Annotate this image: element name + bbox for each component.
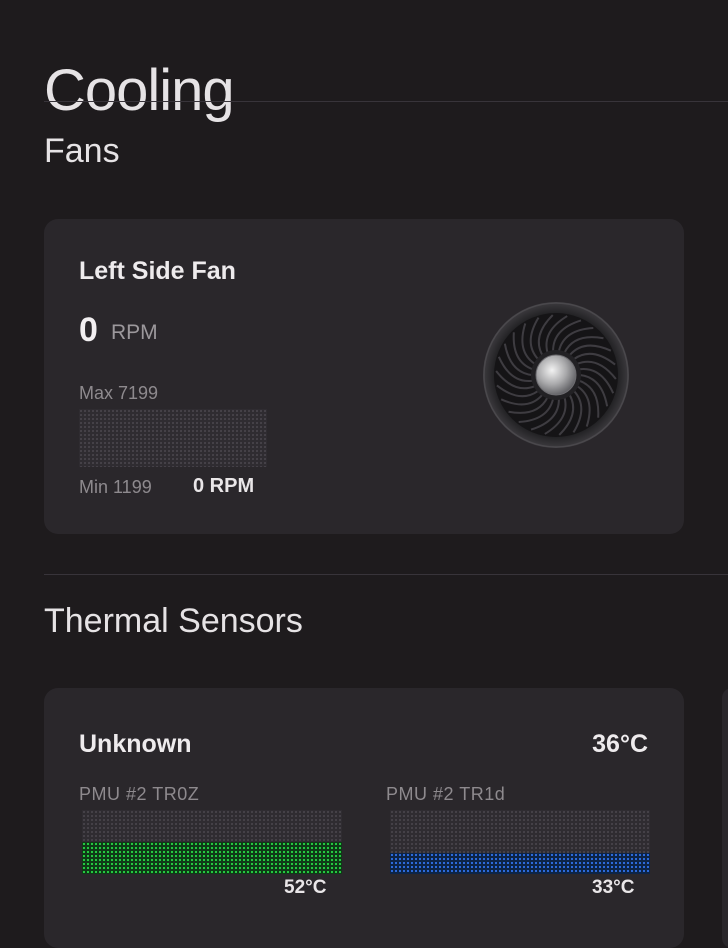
- fans-section-title: Fans: [44, 132, 120, 170]
- divider: [44, 101, 728, 102]
- fan-name: Left Side Fan: [79, 257, 236, 285]
- sensor-temp: 52°C: [284, 877, 327, 898]
- fan-icon: [483, 302, 629, 448]
- divider: [44, 574, 728, 575]
- fan-min-label: Min 1199: [79, 477, 152, 497]
- fan-max-label: Max 7199: [79, 383, 159, 403]
- sensor-card-name: Unknown: [79, 730, 192, 758]
- sensor-bar-fill: [390, 852, 650, 874]
- page-title: Cooling: [44, 57, 235, 123]
- sensor-card-temp: 36°C: [592, 730, 648, 758]
- fan-card: Left Side Fan 0 RPM Max 7199 Min 1199 0 …: [44, 219, 684, 534]
- sensor-temp: 33°C: [592, 877, 635, 898]
- sensor-card-partial: [722, 688, 728, 948]
- fan-rpm-unit: RPM: [111, 321, 158, 344]
- fan-speed-graph: [79, 409, 267, 467]
- thermal-section-title: Thermal Sensors: [44, 602, 303, 640]
- fan-rpm-value: 0: [79, 311, 98, 349]
- sensor-bar: [390, 810, 650, 874]
- sensor-card: Unknown 36°C PMU #2 TR0Z 52°C PMU #2 TR1…: [44, 688, 684, 948]
- sensor-bar-fill: [82, 842, 342, 874]
- sensor-bar: [82, 810, 342, 874]
- fan-current-rpm: 0 RPM: [193, 475, 255, 497]
- sensor-label: PMU #2 TR0Z: [79, 784, 200, 804]
- sensor-label: PMU #2 TR1d: [386, 784, 506, 804]
